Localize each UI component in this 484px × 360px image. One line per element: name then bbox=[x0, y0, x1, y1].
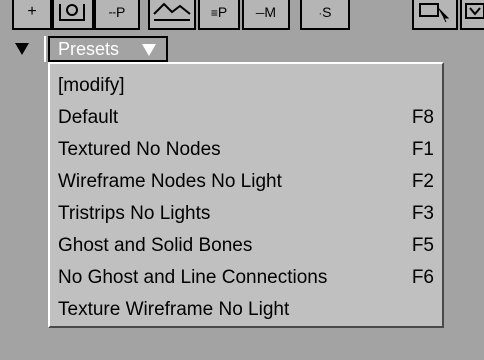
menu-item-shortcut: F2 bbox=[411, 171, 434, 192]
chevron-down-icon bbox=[142, 44, 156, 56]
menu-item-label: Textured No Nodes bbox=[58, 139, 221, 160]
menu-item-shortcut: F1 bbox=[411, 139, 434, 160]
mesh-m-button[interactable]: ─M bbox=[242, 0, 290, 30]
triangle-down-icon bbox=[15, 43, 29, 55]
menu-item-tristrips-no-lights[interactable]: Tristrips No Lights F3 bbox=[58, 198, 434, 230]
menu-item-shortcut: F5 bbox=[411, 235, 434, 256]
camera-icon bbox=[59, 4, 85, 21]
menu-item-ghost-and-solid-bones[interactable]: Ghost and Solid Bones F5 bbox=[58, 230, 434, 262]
menu-item-label: Tristrips No Lights bbox=[58, 203, 211, 224]
mountain-button[interactable] bbox=[148, 0, 196, 30]
camera-button[interactable] bbox=[52, 0, 94, 30]
menu-item-label: Ghost and Solid Bones bbox=[58, 235, 253, 256]
mountain-icon bbox=[153, 2, 191, 21]
menu-item-label: No Ghost and Line Connections bbox=[58, 267, 328, 288]
cursor-icon bbox=[419, 3, 450, 23]
menu-item-default[interactable]: Default F8 bbox=[58, 102, 434, 134]
menu-item-label: Default bbox=[58, 107, 119, 128]
filter-icon bbox=[465, 3, 484, 19]
add-button[interactable]: + bbox=[12, 0, 52, 30]
presets-label: Presets bbox=[58, 39, 120, 59]
menu-item-label: [modify] bbox=[58, 75, 125, 96]
menu-item-wireframe-nodes-no-light[interactable]: Wireframe Nodes No Light F2 bbox=[58, 166, 434, 198]
menu-item-shortcut: F8 bbox=[411, 107, 434, 128]
menu-item-textured-no-nodes[interactable]: Textured No Nodes F1 bbox=[58, 134, 434, 166]
menu-item-shortcut: F3 bbox=[411, 203, 434, 224]
menu-item-no-ghost-and-line-connections[interactable]: No Ghost and Line Connections F6 bbox=[58, 262, 434, 294]
mesh-m-icon: ─M bbox=[255, 4, 277, 20]
points-p-icon: ≡P bbox=[210, 4, 228, 20]
separator bbox=[44, 36, 46, 62]
menu-item-label: Wireframe Nodes No Light bbox=[58, 171, 282, 192]
toolbar: + ╌P ≡P ─M ·S bbox=[0, 0, 484, 36]
menu-item-shortcut: F6 bbox=[411, 267, 434, 288]
menu-item-modify[interactable]: [modify] bbox=[58, 70, 434, 102]
presets-menu: [modify] Default F8 Textured No Nodes F1… bbox=[48, 62, 444, 328]
points-p-button[interactable]: ≡P bbox=[198, 0, 240, 30]
presets-dropdown[interactable]: Presets bbox=[48, 36, 168, 62]
menu-item-label: Texture Wireframe No Light bbox=[58, 299, 290, 320]
collapse-button[interactable] bbox=[0, 36, 44, 62]
s-icon: ·S bbox=[318, 4, 332, 20]
plus-icon: + bbox=[27, 3, 37, 20]
cursor-button[interactable] bbox=[412, 0, 458, 30]
nodes-p-button[interactable]: ╌P bbox=[94, 0, 140, 30]
s-button[interactable]: ·S bbox=[300, 0, 350, 30]
nodes-p-icon: ╌P bbox=[108, 4, 126, 20]
presets-row: Presets bbox=[0, 36, 484, 62]
menu-item-texture-wireframe-no-light[interactable]: Texture Wireframe No Light bbox=[58, 294, 434, 326]
filter-button[interactable] bbox=[460, 0, 484, 30]
